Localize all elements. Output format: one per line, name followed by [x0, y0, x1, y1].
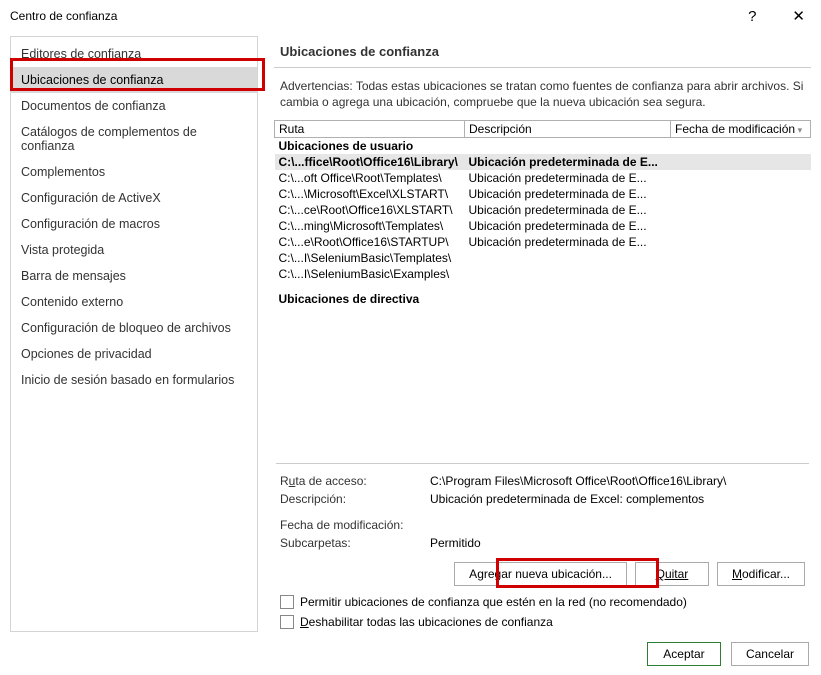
sidebar-item-editores[interactable]: Editores de confianza — [11, 41, 257, 67]
sidebar-item-bloqueo[interactable]: Configuración de bloqueo de archivos — [11, 315, 257, 341]
allow-network-checkbox[interactable] — [280, 595, 294, 609]
details: Ruta de acceso: C:\Program Files\Microso… — [274, 468, 811, 556]
sidebar-item-barra[interactable]: Barra de mensajes — [11, 263, 257, 289]
help-button[interactable]: ? — [744, 8, 760, 25]
close-button[interactable]: ✕ — [788, 7, 809, 25]
locations-table-wrap: Ruta Descripción Fecha de modificación U… — [274, 120, 811, 307]
detail-desc-label: Descripción: — [280, 492, 430, 506]
window-title: Centro de confianza — [10, 9, 117, 23]
sidebar-item-activex[interactable]: Configuración de ActiveX — [11, 185, 257, 211]
sidebar-item-privacidad[interactable]: Opciones de privacidad — [11, 341, 257, 367]
sidebar-item-macros[interactable]: Configuración de macros — [11, 211, 257, 237]
section-header: Ubicaciones de confianza — [274, 36, 811, 68]
group-user: Ubicaciones de usuario — [275, 138, 811, 155]
group-policy: Ubicaciones de directiva — [275, 282, 811, 307]
allow-network-row: Permitir ubicaciones de confianza que es… — [274, 592, 811, 612]
locations-table: Ruta Descripción Fecha de modificación U… — [274, 120, 811, 307]
detail-date-value — [430, 518, 805, 532]
cancel-button[interactable]: Cancelar — [731, 642, 809, 666]
main-panel: Ubicaciones de confianza Advertencias: T… — [274, 36, 811, 632]
table-row[interactable]: C:\...I\SeleniumBasic\Examples\ — [275, 266, 811, 282]
detail-date-label: Fecha de modificación: — [280, 518, 430, 532]
sidebar-item-ubicaciones[interactable]: Ubicaciones de confianza — [11, 67, 257, 93]
table-row[interactable]: C:\...\Microsoft\Excel\XLSTART\Ubicación… — [275, 186, 811, 202]
detail-path-label: Ruta de acceso: — [280, 474, 430, 488]
table-row[interactable]: C:\...ming\Microsoft\Templates\Ubicación… — [275, 218, 811, 234]
disable-all-checkbox[interactable] — [280, 615, 294, 629]
detail-desc-value: Ubicación predeterminada de Excel: compl… — [430, 492, 805, 506]
detail-path-value: C:\Program Files\Microsoft Office\Root\O… — [430, 474, 805, 488]
ok-button[interactable]: Aceptar — [647, 642, 721, 666]
remove-button[interactable]: Quitar — [635, 562, 709, 586]
col-date[interactable]: Fecha de modificación — [671, 121, 811, 138]
table-row[interactable]: C:\...ce\Root\Office16\XLSTART\Ubicación… — [275, 202, 811, 218]
table-row[interactable]: C:\...I\SeleniumBasic\Templates\ — [275, 250, 811, 266]
sidebar: Editores de confianza Ubicaciones de con… — [10, 36, 258, 632]
sidebar-item-contenido[interactable]: Contenido externo — [11, 289, 257, 315]
allow-network-label: Permitir ubicaciones de confianza que es… — [300, 595, 687, 609]
spacer — [274, 307, 811, 463]
content: Editores de confianza Ubicaciones de con… — [0, 32, 821, 636]
warning-text: Advertencias: Todas estas ubicaciones se… — [274, 68, 811, 120]
modify-button[interactable]: Modificar... — [717, 562, 805, 586]
sidebar-item-formularios[interactable]: Inicio de sesión basado en formularios — [11, 367, 257, 393]
detail-sub-label: Subcarpetas: — [280, 536, 430, 550]
table-row[interactable]: C:\...oft Office\Root\Templates\Ubicació… — [275, 170, 811, 186]
table-row[interactable]: C:\...e\Root\Office16\STARTUP\Ubicación … — [275, 234, 811, 250]
col-desc[interactable]: Descripción — [465, 121, 671, 138]
dialog-footer: Aceptar Cancelar — [0, 636, 821, 672]
sidebar-item-vista[interactable]: Vista protegida — [11, 237, 257, 263]
disable-all-row: Deshabilitar todas las ubicaciones de co… — [274, 612, 811, 632]
col-path[interactable]: Ruta — [275, 121, 465, 138]
disable-all-label: Deshabilitar todas las ubicaciones de co… — [300, 615, 553, 629]
detail-sub-value: Permitido — [430, 536, 805, 550]
sidebar-item-documentos[interactable]: Documentos de confianza — [11, 93, 257, 119]
action-buttons: Agregar nueva ubicación... Quitar Modifi… — [274, 556, 811, 592]
titlebar-controls: ? ✕ — [744, 7, 809, 25]
table-row[interactable]: C:\...ffice\Root\Office16\Library\Ubicac… — [275, 154, 811, 170]
sidebar-item-complementos[interactable]: Complementos — [11, 159, 257, 185]
titlebar: Centro de confianza ? ✕ — [0, 0, 821, 32]
add-location-button[interactable]: Agregar nueva ubicación... — [454, 562, 627, 586]
sidebar-item-catalogos[interactable]: Catálogos de complementos de confianza — [11, 119, 257, 159]
